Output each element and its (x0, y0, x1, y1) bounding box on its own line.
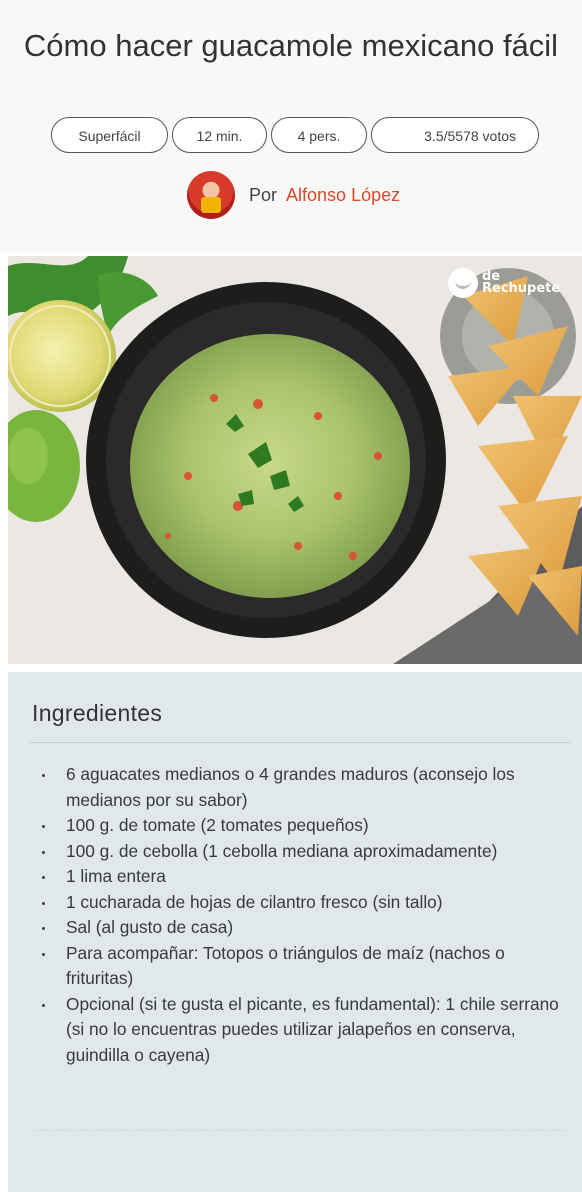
ingredients-title: Ingredientes (32, 700, 163, 726)
servings-badge: 4 pers. (271, 117, 367, 153)
page-title: Cómo hacer guacamole mexicano fácil (23, 28, 559, 63)
ingredient-item: 6 aguacates medianos o 4 grandes maduros… (40, 762, 560, 813)
ingredient-item: 100 g. de cebolla (1 cebolla mediana apr… (40, 839, 560, 865)
ingredient-item: 1 lima entera (40, 864, 560, 890)
author-avatar[interactable] (187, 171, 235, 219)
ingredient-item: Sal (al gusto de casa) (40, 915, 560, 941)
watermark-rechupete: Rechupete (482, 281, 561, 296)
recipe-meta: Superfácil 12 min. 4 pers. 3.5/5578 voto… (0, 117, 582, 155)
smile-logo-icon (448, 268, 478, 298)
time-badge: 12 min. (172, 117, 267, 153)
ingredient-item: Para acompañar: Totopos o triángulos de … (40, 941, 560, 992)
de-rechupete-logo: de Rechupete (448, 268, 560, 298)
ingredients-divider (30, 742, 570, 743)
author-link[interactable]: Alfonso López (286, 185, 400, 205)
ingredients-list: 6 aguacates medianos o 4 grandes maduros… (40, 762, 560, 1068)
difficulty-badge: Superfácil (51, 117, 168, 153)
ingredient-item: Opcional (si te gusta el picante, es fun… (40, 992, 560, 1069)
ingredient-item: 1 cucharada de hojas de cilantro fresco … (40, 890, 560, 916)
rating-badge[interactable]: 3.5/5578 votos (371, 117, 539, 153)
ingredient-item: 100 g. de tomate (2 tomates pequeños) (40, 813, 560, 839)
by-label: Por (249, 184, 278, 205)
ingredients-section: Ingredientes 6 aguacates medianos o 4 gr… (8, 672, 582, 1192)
author-byline: Por Alfonso López (249, 185, 400, 206)
ingredients-bottom-divider (30, 1130, 570, 1131)
recipe-header: Cómo hacer guacamole mexicano fácil Supe… (0, 0, 582, 252)
recipe-photo (8, 256, 582, 664)
guacamole-image (8, 256, 582, 664)
author-block: Por Alfonso López (187, 170, 400, 220)
